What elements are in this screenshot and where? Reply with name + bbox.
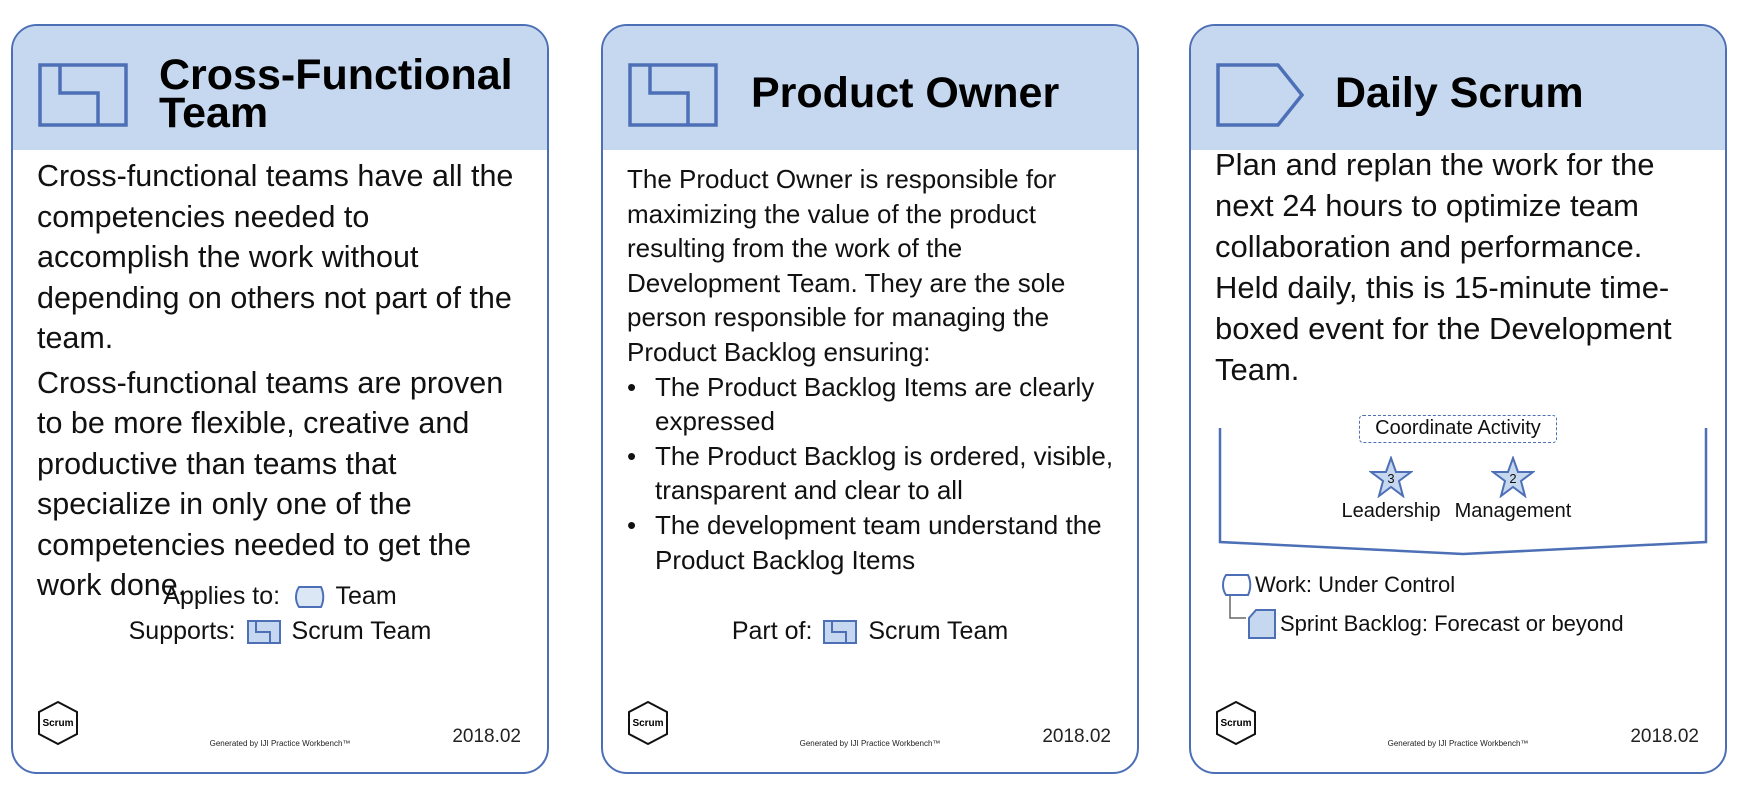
work-product-state-line[interactable]: Sprint Backlog: Forecast or beyond — [1280, 611, 1624, 637]
badge-text: Scrum — [632, 718, 663, 729]
version-label: 2018.02 — [1042, 726, 1111, 747]
badge-text: Scrum — [42, 718, 73, 729]
alpha-icon — [1222, 574, 1252, 596]
description-paragraph: Cross-functional teams are proven to be … — [37, 365, 504, 603]
list-item: • The development team understand the Pr… — [627, 509, 1102, 575]
team-alpha-icon — [295, 586, 325, 608]
alpha-state-line[interactable]: Work: Under Control — [1255, 572, 1455, 598]
list-item: • The Product Backlog is ordered, visibl… — [627, 440, 1114, 506]
card-description: Plan and replan the work for the next 24… — [1215, 144, 1705, 390]
description-intro: The Product Owner is responsible for max… — [627, 164, 1066, 367]
bullet-icon: • — [627, 440, 637, 471]
card-description: The Product Owner is responsible for max… — [627, 162, 1117, 577]
activity-area-box — [1218, 428, 1708, 556]
supports-line: Supports: Scrum Team — [13, 615, 547, 647]
card-header: Product Owner — [603, 26, 1137, 150]
bullet-icon: • — [627, 509, 637, 540]
competency-level: 2 — [1509, 471, 1517, 486]
applies-to-label: Applies to: — [163, 582, 281, 610]
version-label: 2018.02 — [1630, 726, 1699, 747]
card-daily-scrum: Daily Scrum Plan and replan the work for… — [1189, 24, 1727, 774]
activity-area-label[interactable]: Coordinate Activity — [1359, 415, 1557, 443]
badge-text: Scrum — [1220, 718, 1251, 729]
competency-level: 3 — [1387, 471, 1395, 486]
tree-connector — [1229, 596, 1246, 619]
part-of-line: Part of: Scrum Team — [603, 615, 1137, 647]
responsibility-list: • The Product Backlog Items are clearly … — [627, 370, 1117, 578]
card-product-owner: Product Owner The Product Owner is respo… — [601, 24, 1139, 774]
applies-to-line: Applies to: Team — [13, 580, 547, 612]
scrum-team-pattern-icon — [246, 620, 281, 644]
part-of-label: Part of: — [731, 617, 813, 645]
card-header: Cross-Functional Team — [13, 26, 547, 150]
list-item: • The Product Backlog Items are clearly … — [627, 371, 1095, 437]
description-paragraph: Cross-functional teams have all the comp… — [37, 159, 514, 355]
description-paragraph: Plan and replan the work for the next 24… — [1215, 147, 1655, 264]
card-title: Daily Scrum — [1335, 69, 1584, 117]
supports-value[interactable]: Scrum Team — [292, 617, 432, 645]
supports-label: Supports: — [128, 617, 236, 645]
practice-pattern-icon — [38, 63, 128, 127]
card-description: Cross-functional teams have all the comp… — [37, 156, 527, 606]
competency-label[interactable]: Management — [1443, 500, 1583, 523]
activity-arrow-icon — [1216, 63, 1305, 127]
card-title: Cross-Functional Team — [159, 51, 513, 137]
applies-to-value[interactable]: Team — [336, 582, 397, 610]
practice-pattern-icon — [628, 63, 718, 127]
card-header: Daily Scrum — [1191, 26, 1725, 150]
bullet-icon: • — [627, 371, 637, 402]
competency-label[interactable]: Leadership — [1326, 500, 1456, 523]
version-label: 2018.02 — [452, 726, 521, 747]
part-of-value[interactable]: Scrum Team — [868, 617, 1008, 645]
work-product-icon — [1248, 609, 1276, 639]
card-cross-functional-team: Cross-Functional Team Cross-functional t… — [11, 24, 549, 774]
scrum-team-pattern-icon — [823, 620, 858, 644]
description-paragraph: Held daily, this is 15-minute time-boxed… — [1215, 270, 1672, 387]
card-title: Product Owner — [751, 69, 1060, 117]
